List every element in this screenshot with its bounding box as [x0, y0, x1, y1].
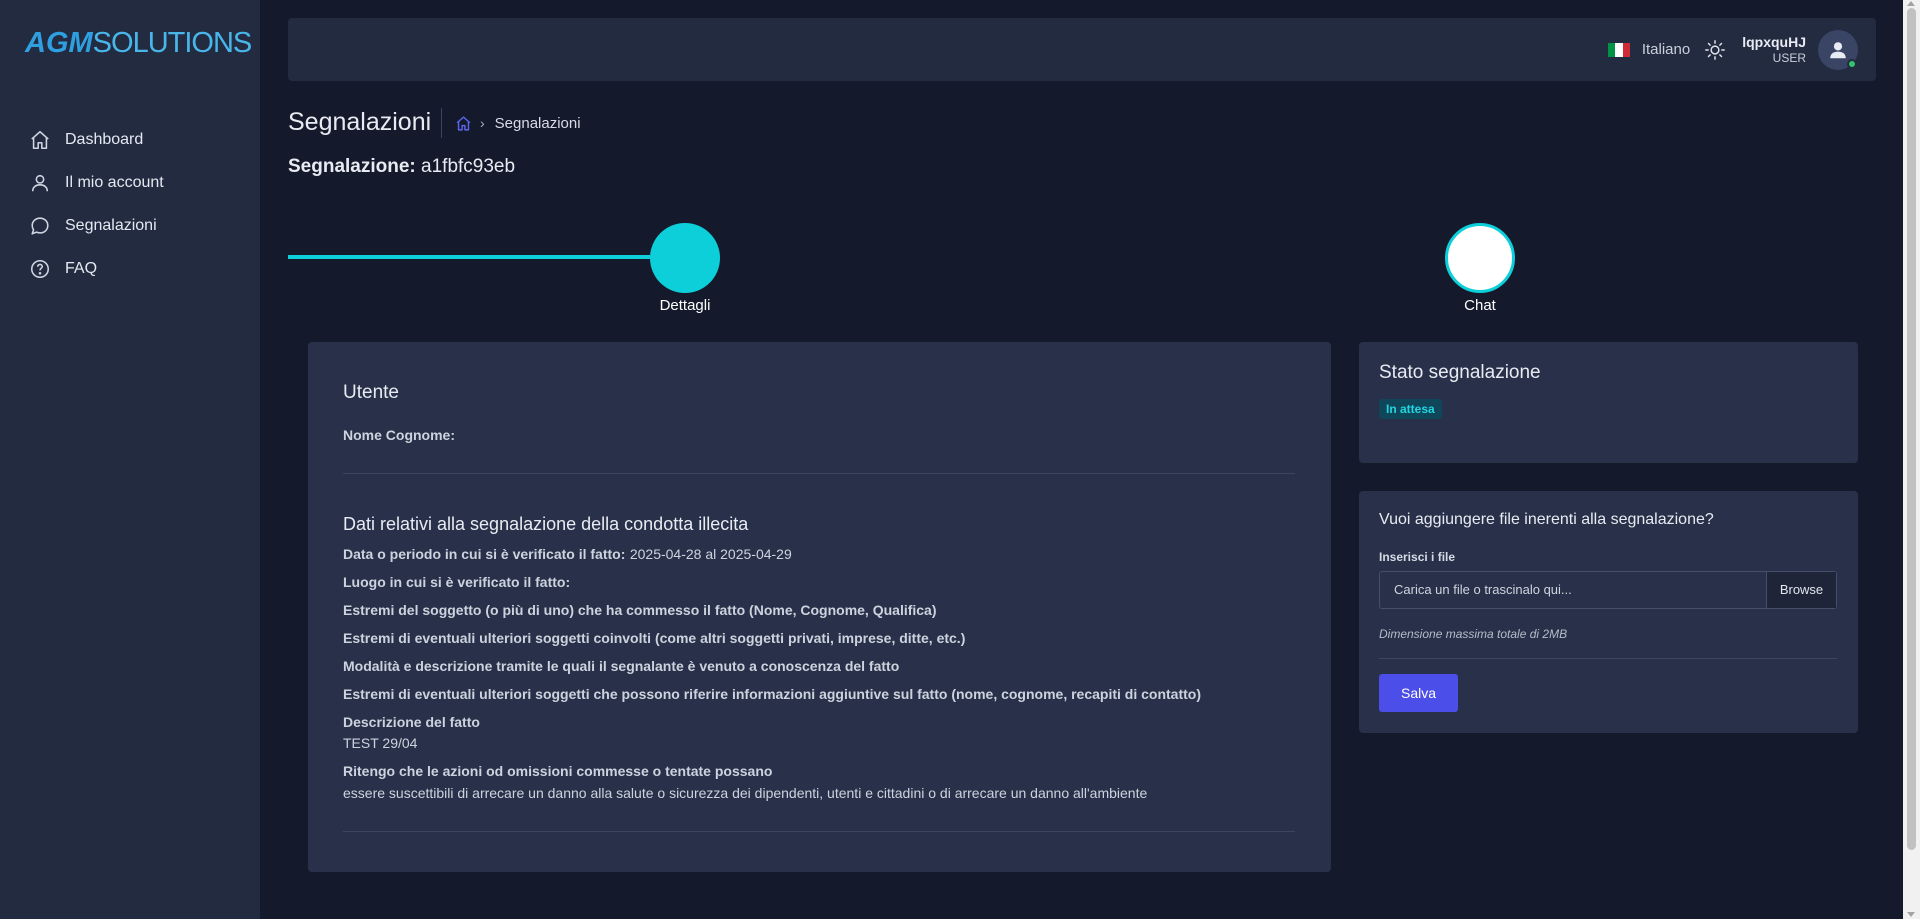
topbar-actions: Italiano lqpxquHJ USER: [1607, 18, 1858, 81]
file-upload-title: Vuoi aggiungere file inerenti alla segna…: [1379, 511, 1714, 528]
sidebar-item-label: Il mio account: [65, 173, 164, 191]
file-upload-input[interactable]: Carica un file o trascinalo qui... Brows…: [1379, 571, 1837, 609]
scroll-up-arrow-icon[interactable]: [1907, 1, 1915, 6]
breadcrumb-current: Segnalazioni: [494, 114, 581, 132]
mode-label: Modalità e descrizione tramite le quali …: [343, 658, 900, 674]
home-icon: [31, 130, 49, 149]
place-label: Luogo in cui si è verificato il fatto:: [343, 574, 571, 590]
user-avatar-icon: [1830, 41, 1846, 58]
browse-button[interactable]: Browse: [1766, 572, 1836, 608]
description-value: TEST 29/04: [343, 735, 418, 751]
help-icon: [30, 259, 50, 278]
page-scrollbar[interactable]: [1903, 0, 1920, 919]
file-input-placeholder[interactable]: Carica un file o trascinalo qui...: [1380, 572, 1766, 608]
status-title: Stato segnalazione: [1379, 362, 1541, 383]
chat-icon: [31, 216, 49, 235]
stepper-progress-line: [288, 255, 650, 259]
date-row: Data o periodo in cui si è verificato il…: [343, 546, 792, 564]
page-title: Segnalazioni: [288, 108, 432, 136]
sidebar-item-label: Segnalazioni: [65, 216, 157, 234]
details-section-title: Dati relativi alla segnalazione della co…: [343, 514, 749, 534]
sidebar-item-segnalazioni[interactable]: Segnalazioni: [0, 204, 260, 247]
step-chat[interactable]: [1445, 223, 1515, 293]
brand-logo[interactable]: AGM SOLUTIONS: [25, 26, 253, 60]
save-button[interactable]: Salva: [1379, 674, 1458, 712]
report-label: Segnalazione:: [288, 156, 416, 177]
user-icon: [31, 174, 49, 191]
sidebar-item-faq[interactable]: FAQ: [0, 247, 260, 290]
report-id-value: a1fbfc93eb: [421, 156, 516, 177]
breadcrumb: › Segnalazioni: [455, 112, 581, 134]
details-card: Utente Nome Cognome: Dati relativi alla …: [308, 342, 1331, 872]
status-badge-wrap: In attesa: [1379, 399, 1442, 419]
belief-label: Ritengo che le azioni od omissioni comme…: [343, 763, 773, 779]
avatar[interactable]: [1818, 29, 1858, 70]
name-label: Nome Cognome:: [343, 427, 455, 443]
scrollbar-thumb[interactable]: [1907, 8, 1916, 850]
sidebar-item-label: Dashboard: [65, 130, 144, 148]
sidebar: AGM SOLUTIONS Dashboard Il mio account S…: [0, 0, 260, 919]
subject-label: Estremi del soggetto (o più di uno) che …: [343, 602, 937, 618]
step-label-chat: Chat: [1464, 297, 1496, 314]
date-label: Data o periodo in cui si è verificato il…: [343, 546, 626, 562]
description-label: Descrizione del fatto: [343, 714, 480, 730]
scroll-down-arrow-icon[interactable]: [1907, 912, 1915, 917]
user-section-title: Utente: [343, 382, 399, 403]
topbar: Italiano lqpxquHJ USER: [288, 18, 1876, 81]
italy-flag-icon[interactable]: [1607, 42, 1630, 57]
user-role: USER: [1772, 51, 1806, 65]
others-label: Estremi di eventuali ulteriori soggetti …: [343, 630, 966, 646]
sidebar-nav: Dashboard Il mio account Segnalazioni FA…: [0, 118, 260, 290]
report-identifier: Segnalazione: a1fbfc93eb: [288, 156, 515, 178]
status-card: Stato segnalazione In attesa: [1359, 342, 1858, 463]
user-info[interactable]: lqpxquHJ USER: [1742, 34, 1806, 65]
divider: [343, 473, 1295, 474]
logo-agm: AGM: [25, 26, 93, 59]
logo-solutions: SOLUTIONS: [92, 26, 253, 59]
breadcrumb-divider: [441, 108, 442, 138]
date-value: 2025-04-28 al 2025-04-29: [629, 546, 792, 562]
file-size-hint: Dimensione massima totale di 2MB: [1379, 627, 1568, 641]
divider: [343, 831, 1295, 832]
file-input-label: Inserisci i file: [1379, 550, 1456, 564]
step-label-dettagli: Dettagli: [659, 297, 711, 314]
stepper: Dettagli Chat: [288, 222, 1876, 317]
informants-label: Estremi di eventuali ulteriori soggetti …: [343, 686, 1201, 702]
home-breadcrumb-icon[interactable]: [455, 115, 472, 132]
chevron-right-icon: ›: [480, 115, 485, 131]
sidebar-item-account[interactable]: Il mio account: [0, 161, 260, 204]
username: lqpxquHJ: [1742, 34, 1806, 50]
language-selector[interactable]: Italiano: [1642, 41, 1690, 58]
sun-icon[interactable]: [1704, 39, 1726, 61]
divider: [1379, 658, 1837, 659]
online-status-dot: [1847, 58, 1857, 69]
file-upload-card: Vuoi aggiungere file inerenti alla segna…: [1359, 491, 1858, 733]
sidebar-item-label: FAQ: [65, 259, 98, 277]
status-badge: In attesa: [1379, 399, 1442, 419]
belief-value: essere suscettibili di arrecare un danno…: [343, 785, 1148, 801]
sidebar-item-dashboard[interactable]: Dashboard: [0, 118, 260, 161]
step-dettagli[interactable]: [650, 223, 720, 293]
